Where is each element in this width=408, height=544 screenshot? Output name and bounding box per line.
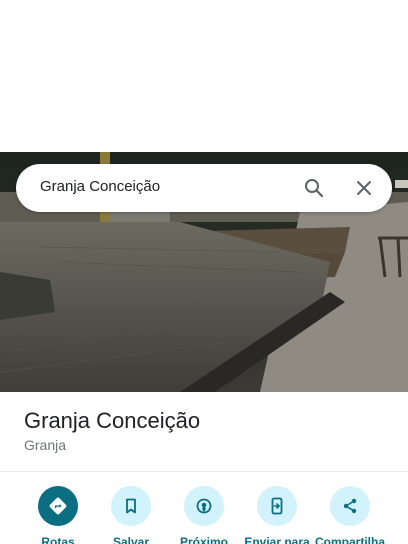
send-to-device-label: Enviar para bbox=[244, 535, 310, 544]
send-to-device-button[interactable]: Enviar para bbox=[237, 486, 317, 544]
status-area bbox=[0, 0, 408, 152]
nearby-button[interactable]: Próximo bbox=[164, 486, 244, 544]
search-query[interactable]: Granja Conceição bbox=[40, 178, 160, 195]
place-category: Granja bbox=[24, 437, 67, 453]
save-button[interactable]: Salvar bbox=[91, 486, 171, 544]
save-label: Salvar bbox=[112, 535, 150, 544]
search-icon[interactable] bbox=[302, 176, 326, 200]
share-label: Compartilha bbox=[314, 535, 385, 544]
nearby-label: Próximo bbox=[179, 535, 228, 544]
nearby-icon bbox=[184, 486, 224, 526]
directions-label: Rotas bbox=[41, 535, 75, 544]
divider bbox=[0, 471, 408, 472]
share-button[interactable]: Compartilha bbox=[310, 486, 390, 544]
bookmark-icon bbox=[111, 486, 151, 526]
send-to-device-icon bbox=[257, 486, 297, 526]
directions-icon bbox=[38, 486, 78, 526]
directions-button[interactable]: Rotas bbox=[18, 486, 98, 544]
search-bar[interactable]: Granja Conceição bbox=[16, 164, 392, 212]
share-icon bbox=[330, 486, 370, 526]
close-icon[interactable] bbox=[352, 176, 376, 200]
place-title: Granja Conceição bbox=[24, 408, 201, 433]
